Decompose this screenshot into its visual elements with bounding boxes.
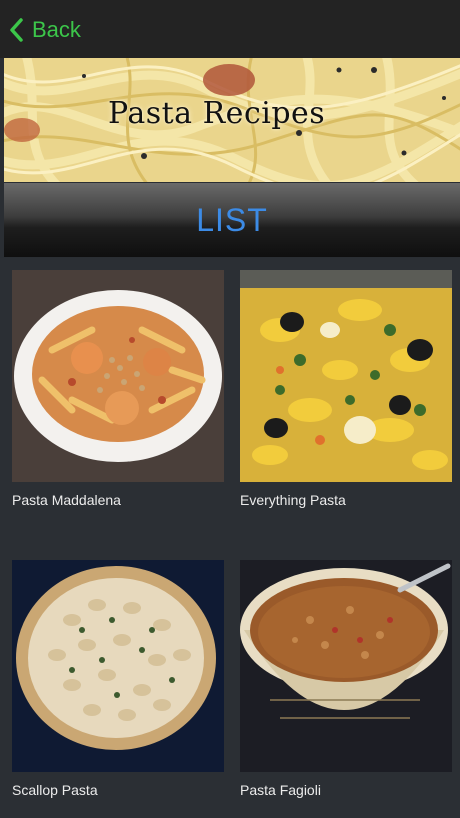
recipe-card[interactable]: Scallop Pasta [12,560,224,798]
back-label: Back [32,17,81,42]
recipe-title: Pasta Maddalena [12,492,121,508]
pasta-maddalena-image [12,270,224,482]
top-nav-bar: Back [0,0,460,58]
recipe-card[interactable]: Pasta Fagioli [240,560,452,798]
recipe-title: Everything Pasta [240,492,346,508]
list-header-bar: LIST [4,183,460,257]
chevron-left-icon [8,17,24,43]
back-button[interactable]: Back [8,14,81,46]
recipe-title: Scallop Pasta [12,782,98,798]
recipe-grid: Pasta Maddalena Everything Pasta Scallop… [0,258,460,818]
everything-pasta-image [240,270,452,482]
recipe-card[interactable]: Everything Pasta [240,270,452,508]
scallop-pasta-image [12,560,224,772]
list-header-label: LIST [196,201,268,238]
recipe-title: Pasta Fagioli [240,782,321,798]
page-title: Pasta Recipes [108,96,326,131]
recipe-card[interactable]: Pasta Maddalena [12,270,224,508]
pasta-fagioli-image [240,560,452,772]
header-banner: Pasta Recipes [4,58,460,182]
